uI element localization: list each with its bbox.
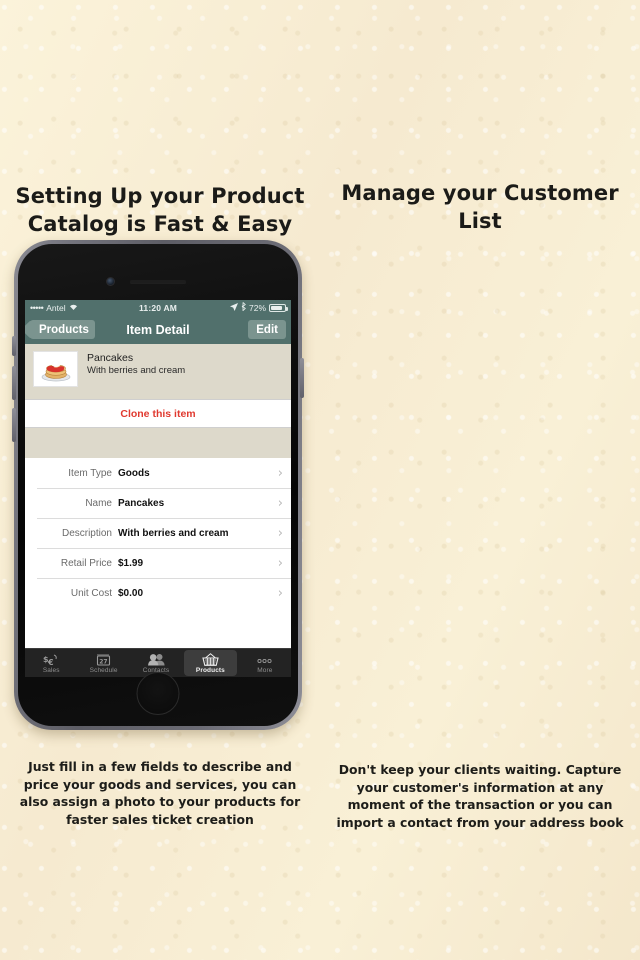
- ellipsis-icon: [256, 652, 273, 666]
- chevron-right-icon: ›: [277, 555, 283, 571]
- navigation-bar: Products Item Detail Edit: [25, 315, 291, 344]
- item-description: With berries and cream: [87, 365, 186, 376]
- tab-products[interactable]: Products: [184, 650, 237, 676]
- item-name: Pancakes: [87, 352, 134, 364]
- panel-headline: Manage your Customer List: [341, 181, 619, 233]
- power-button: [300, 358, 304, 398]
- basket-icon: [202, 652, 219, 666]
- edit-button[interactable]: Edit: [248, 320, 286, 339]
- tab-label: Sales: [42, 667, 60, 674]
- panel-caption: Don't keep your clients waiting. Capture…: [336, 762, 624, 830]
- row-value: With berries and cream: [118, 527, 229, 539]
- row-label: Item Type: [68, 467, 112, 479]
- clock-label: 11:20 AM: [138, 302, 178, 313]
- chevron-right-icon: ›: [277, 525, 283, 541]
- panel-customer-list: Manage your Customer List ••••• Antel: [320, 0, 640, 960]
- table-row[interactable]: Description With berries and cream ›: [25, 518, 291, 548]
- panel-headline: Setting Up your Product Catalog is Fast …: [15, 184, 305, 236]
- tab-label: Products: [195, 667, 225, 674]
- phone-screen: ••••• Antel 11:20 AM 72% Products Item D…: [25, 300, 291, 677]
- table-row[interactable]: Item Type Goods ›: [25, 458, 291, 488]
- row-label: Unit Cost: [70, 587, 112, 599]
- row-value: Goods: [118, 467, 150, 479]
- back-button-label: Products: [39, 323, 89, 336]
- location-arrow-icon: [230, 302, 238, 313]
- row-label: Retail Price: [60, 557, 112, 569]
- row-value: $0.00: [118, 587, 144, 599]
- panel-caption: Just fill in a few fields to describe an…: [19, 759, 301, 827]
- table-row[interactable]: Unit Cost $0.00 ›: [25, 578, 291, 608]
- table-row[interactable]: Name Pancakes ›: [25, 488, 291, 518]
- chevron-right-icon: ›: [277, 495, 283, 511]
- svg-text:€: €: [47, 658, 54, 666]
- app-promo-screenshot: Setting Up your Product Catalog is Fast …: [0, 0, 640, 960]
- item-hero-text: Pancakes With berries and cream: [87, 351, 185, 399]
- row-label: Description: [61, 527, 112, 539]
- home-button[interactable]: [136, 672, 180, 715]
- battery-percent-label: 72%: [249, 302, 267, 313]
- front-camera-icon: [106, 277, 115, 286]
- tab-sales[interactable]: $ € Sales: [25, 649, 77, 677]
- tab-more[interactable]: More: [239, 649, 291, 677]
- tab-label: More: [257, 667, 273, 674]
- row-value: Pancakes: [118, 497, 165, 509]
- money-icon: $ €: [43, 652, 59, 666]
- volume-up-button: [12, 366, 16, 400]
- svg-text:27: 27: [99, 659, 107, 666]
- calendar-icon: 27: [96, 652, 111, 666]
- back-button[interactable]: Products: [30, 320, 95, 339]
- status-bar: ••••• Antel 11:20 AM 72%: [25, 300, 291, 315]
- row-label: Name: [85, 497, 112, 509]
- signal-dots-icon: •••••: [30, 302, 44, 313]
- detail-content: Pancakes With berries and cream Clone th…: [25, 344, 291, 649]
- chevron-right-icon: ›: [277, 585, 283, 601]
- volume-down-button: [12, 408, 16, 442]
- row-value: $1.99: [118, 557, 144, 569]
- clone-item-label: Clone this item: [120, 407, 196, 420]
- tab-label: Schedule: [89, 667, 118, 674]
- tab-schedule[interactable]: 27 Schedule: [77, 649, 129, 677]
- edit-button-label: Edit: [256, 323, 278, 336]
- item-hero: Pancakes With berries and cream: [25, 344, 291, 399]
- wifi-icon: [69, 303, 78, 313]
- section-gap: [25, 428, 291, 458]
- silent-switch: [12, 336, 16, 356]
- people-icon: [147, 652, 165, 666]
- bluetooth-icon: [241, 302, 246, 313]
- phone-mockup: ••••• Antel 11:20 AM 72% Products Item D…: [12, 240, 304, 730]
- clone-item-button[interactable]: Clone this item: [25, 399, 291, 428]
- earpiece-speaker: [130, 280, 186, 283]
- pancakes-photo[interactable]: [33, 351, 78, 387]
- phone-bezel: ••••• Antel 11:20 AM 72% Products Item D…: [18, 244, 298, 726]
- chevron-right-icon: ›: [277, 465, 283, 481]
- panel-product-catalog: Setting Up your Product Catalog is Fast …: [0, 0, 320, 960]
- battery-icon: [269, 303, 289, 312]
- carrier-label: Antel: [46, 302, 66, 313]
- table-row[interactable]: Retail Price $1.99 ›: [25, 548, 291, 578]
- detail-rows: Item Type Goods › Name Pancakes › Descri…: [25, 458, 291, 608]
